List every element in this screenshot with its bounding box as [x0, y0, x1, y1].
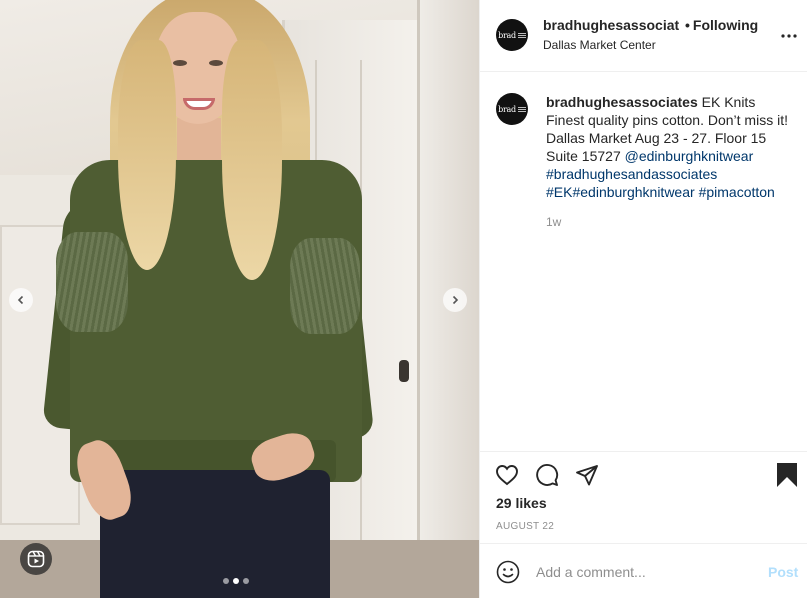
following-button[interactable]: Following [693, 17, 758, 33]
separator: • [685, 17, 690, 33]
like-button[interactable] [494, 462, 520, 488]
caption-avatar[interactable]: brad [496, 93, 528, 125]
slide-dot-active [233, 578, 239, 584]
username-link[interactable]: bradhughesassociat [543, 17, 684, 33]
slide-dot [243, 578, 249, 584]
heart-icon [496, 465, 518, 486]
action-bar: 29 likes AUGUST 22 [480, 451, 807, 543]
post-comment-button[interactable]: Post [768, 564, 798, 580]
previous-slide-button[interactable] [9, 288, 33, 312]
post-sidebar: brad bradhughesassociat • Following Dallas… [479, 0, 807, 598]
hashtag-link[interactable]: #EK [546, 184, 572, 200]
comment-icon [536, 464, 559, 486]
reels-badge[interactable] [20, 543, 52, 575]
share-button[interactable] [574, 462, 600, 488]
model-photo [0, 0, 479, 598]
hashtag-link[interactable]: #edinburghknitwear [572, 184, 694, 200]
feather-fringe [56, 232, 128, 332]
feather-fringe [290, 238, 360, 334]
slide-dot [223, 578, 229, 584]
comment-form: Post [480, 543, 807, 598]
location-link[interactable]: Dallas Market Center [543, 38, 656, 52]
caption-username-link[interactable]: bradhughesassociates [546, 94, 698, 110]
comment-button[interactable] [534, 462, 560, 488]
reels-icon [27, 550, 45, 568]
emoji-icon[interactable] [496, 560, 520, 584]
like-count[interactable]: 29 likes [496, 495, 547, 511]
hashtag-link[interactable]: #pimacotton [699, 184, 775, 200]
jeans [100, 470, 330, 598]
share-icon [576, 465, 598, 486]
comment-input[interactable] [536, 558, 756, 586]
bookmark-icon [777, 463, 797, 487]
post-media[interactable] [0, 0, 479, 598]
hashtag-link[interactable]: #bradhughesandassociates [546, 166, 717, 182]
caption-timestamp[interactable]: 1w [546, 215, 561, 229]
post-caption: bradhughesassociates EK Knits Finest qua… [546, 93, 796, 201]
comments-section: brad bradhughesassociates EK Knits Fines… [480, 73, 807, 451]
chevron-right-icon [452, 295, 459, 305]
next-slide-button[interactable] [443, 288, 467, 312]
more-options-button[interactable] [779, 26, 799, 46]
header-title: bradhughesassociat • Following [543, 17, 758, 33]
avatar[interactable]: brad [496, 19, 528, 51]
chevron-left-icon [17, 295, 24, 305]
post-header: brad bradhughesassociat • Following Dallas… [480, 0, 807, 72]
mention-link[interactable]: @edinburghknitwear [625, 148, 754, 164]
slide-indicator [223, 578, 249, 584]
more-icon [781, 34, 797, 38]
post-date: AUGUST 22 [496, 521, 555, 532]
save-button[interactable] [774, 462, 800, 488]
